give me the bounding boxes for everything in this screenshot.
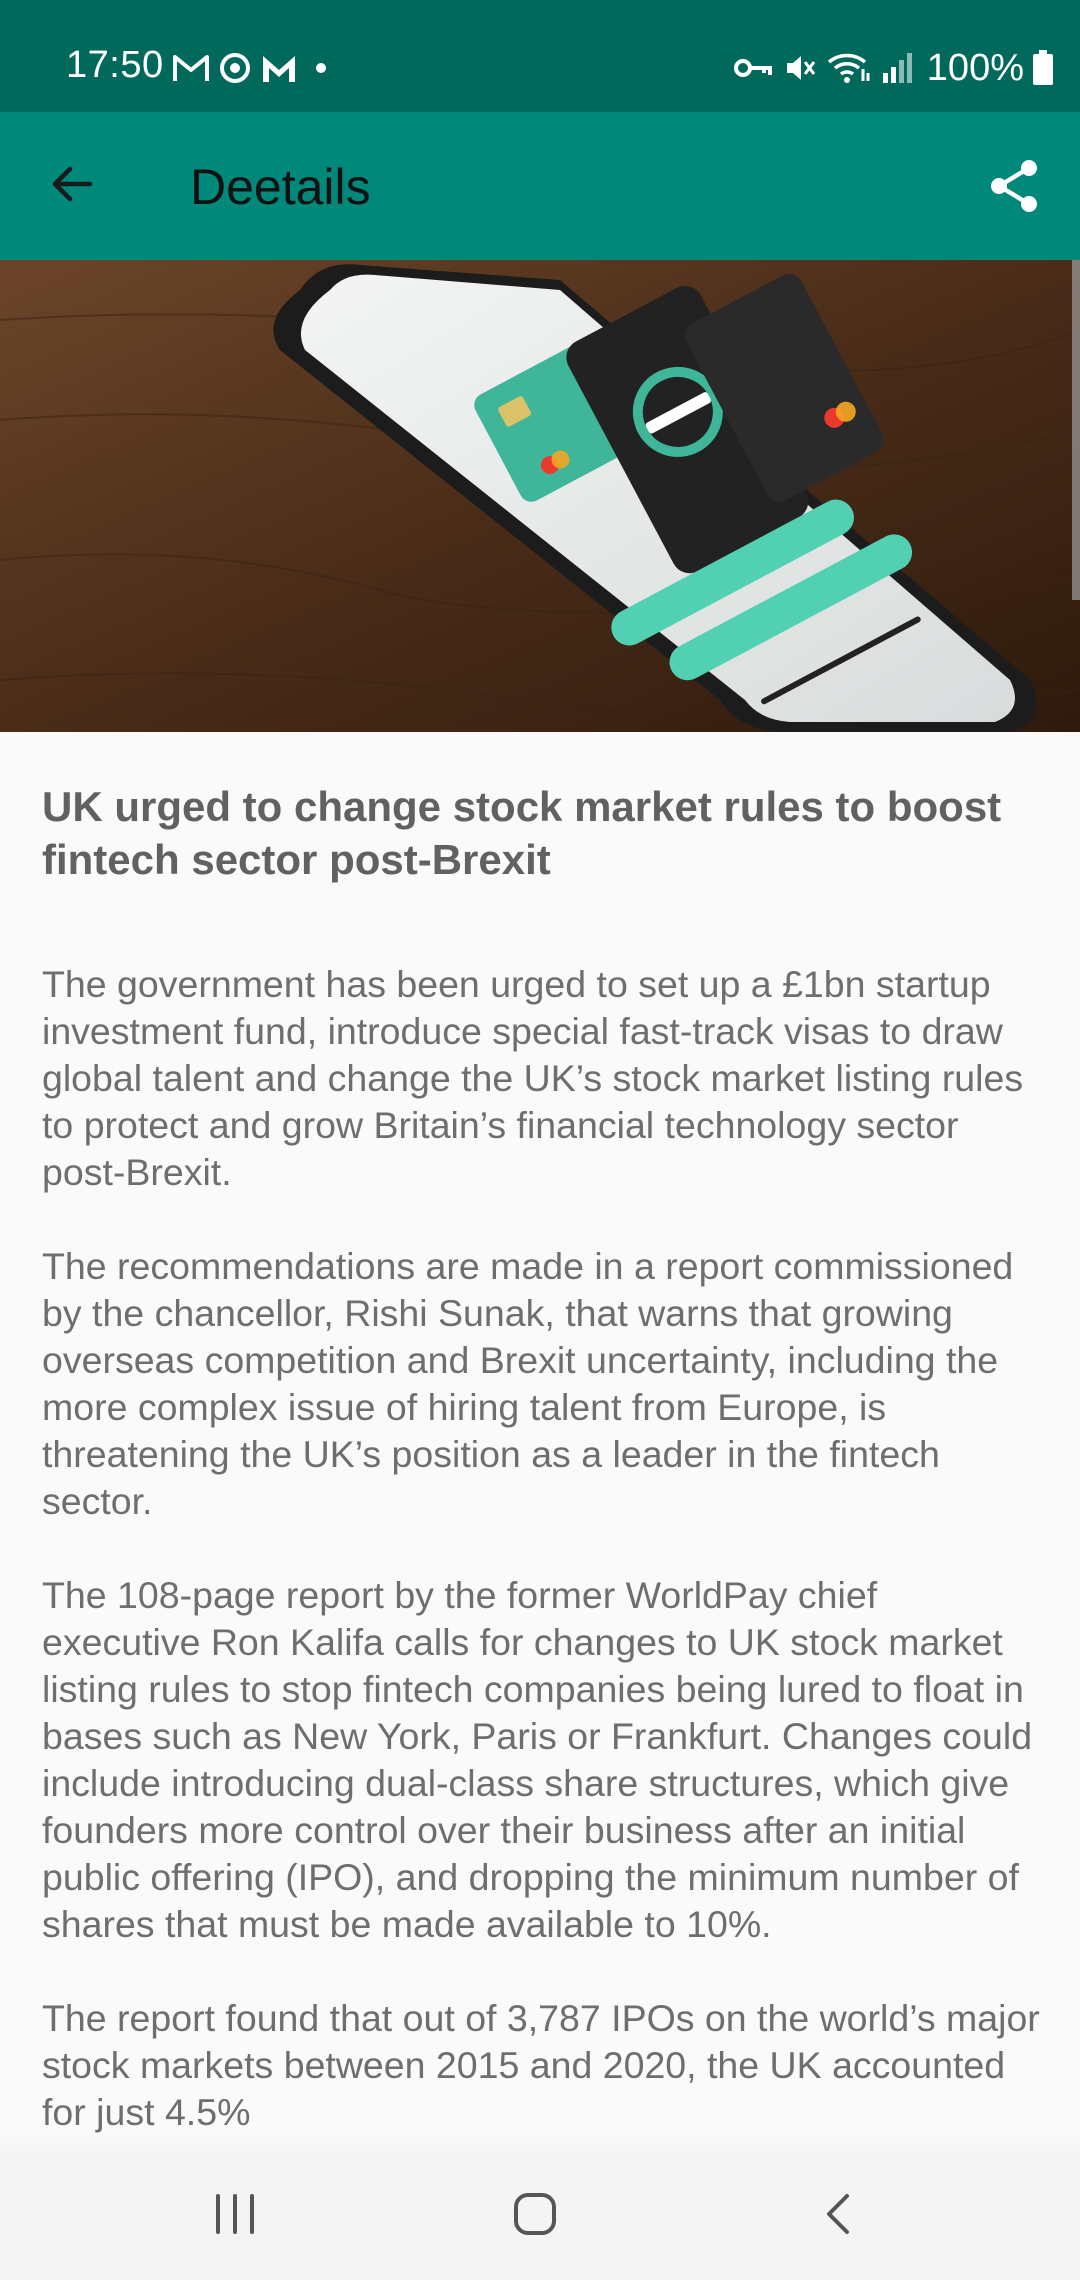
dot-icon [306, 53, 336, 83]
phone-banking-app-photo [0, 260, 1080, 732]
status-time: 17:50 [66, 44, 164, 86]
home-button[interactable] [480, 2174, 590, 2258]
gmail-icon [172, 53, 210, 83]
article-headline: UK urged to change stock market rules to… [42, 783, 1002, 883]
battery-percent: 100% [926, 46, 1024, 89]
back-button[interactable] [36, 150, 108, 222]
share-icon [987, 158, 1041, 219]
status-bar: 17:50 100% [0, 0, 1080, 112]
recents-button[interactable] [180, 2174, 290, 2258]
nav-back-button[interactable] [784, 2174, 894, 2258]
battery-icon [1032, 50, 1054, 86]
article-paragraph: The report found that out of 3,787 IPOs … [42, 1997, 1051, 2133]
home-icon [510, 2189, 560, 2244]
mute-icon [783, 51, 817, 85]
article-paragraph: The 108-page report by the former WorldP… [42, 1574, 1043, 1945]
scroll-indicator [1072, 260, 1080, 600]
sync-icon [218, 51, 252, 85]
app-bar: Deetails [0, 112, 1080, 260]
page-title: Deetails [190, 159, 371, 215]
nav-fade [0, 2132, 1080, 2154]
status-system-icons: 100% [733, 44, 1080, 92]
article-hero-image [0, 260, 1080, 732]
back-arrow-icon [48, 160, 96, 213]
article-content: UK urged to change stock market rules to… [42, 780, 1042, 2183]
signal-icon [881, 51, 915, 85]
status-notification-icons [172, 48, 336, 88]
wifi-icon [827, 51, 871, 85]
article-paragraph: The recommendations are made in a report… [42, 1245, 1024, 1522]
nav-back-icon [819, 2190, 859, 2243]
vpn-key-icon [733, 53, 773, 83]
article-paragraph: The government has been urged to set up … [42, 963, 1034, 1193]
recents-icon [210, 2192, 260, 2241]
system-navigation-bar [0, 2152, 1080, 2280]
m-app-icon [260, 52, 298, 84]
share-button[interactable] [976, 150, 1052, 226]
